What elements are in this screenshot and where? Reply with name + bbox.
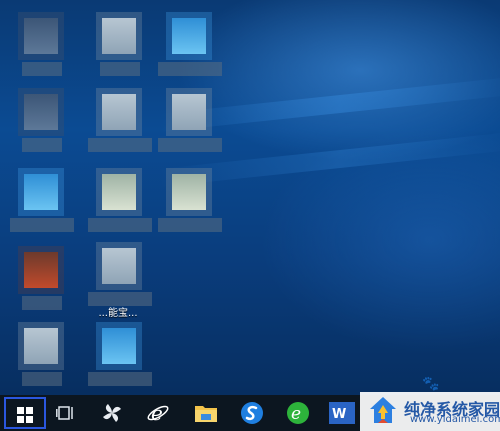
icon-label-bg xyxy=(88,372,152,386)
desktop-icon[interactable] xyxy=(80,88,156,164)
icon-label-bg xyxy=(158,138,222,152)
app-icon xyxy=(172,94,206,130)
windows-start-icon xyxy=(17,407,33,423)
360-browser-icon: e xyxy=(287,402,309,424)
icon-label-bg xyxy=(22,62,62,76)
start-button[interactable] xyxy=(4,397,46,429)
icon-label-bg xyxy=(88,138,152,152)
task-view-button[interactable] xyxy=(52,400,80,426)
icon-label-bg xyxy=(158,62,222,76)
desktop-icon[interactable] xyxy=(2,88,78,164)
app-icon xyxy=(102,248,136,284)
pinwheel-app-button[interactable] xyxy=(98,400,126,426)
sogou-browser-icon xyxy=(241,402,263,424)
app-icon xyxy=(102,174,136,210)
icon-label-bg xyxy=(88,218,152,232)
desktop-icon[interactable] xyxy=(80,168,156,244)
app-icon xyxy=(102,328,136,364)
svg-text:e: e xyxy=(291,404,301,424)
app-icon xyxy=(102,18,136,54)
icon-label-bg xyxy=(22,372,62,386)
icon-label-bg xyxy=(22,296,62,310)
svg-text:W: W xyxy=(332,407,346,422)
pinwheel-app-icon xyxy=(103,404,121,422)
internet-explorer-icon: e xyxy=(147,401,169,425)
desktop-icon[interactable] xyxy=(150,12,226,88)
360-browser-button[interactable]: e xyxy=(284,400,312,426)
app-icon xyxy=(24,174,58,210)
desktop-icon[interactable] xyxy=(2,12,78,88)
paw-watermark-icon: 🐾 xyxy=(422,376,440,392)
svg-text:e: e xyxy=(151,401,163,425)
app-icon xyxy=(24,252,58,288)
desktop-icon[interactable] xyxy=(80,322,156,398)
sogou-browser-button[interactable] xyxy=(238,400,266,426)
word-icon: W xyxy=(329,402,355,424)
app-icon xyxy=(102,94,136,130)
house-logo-icon xyxy=(370,397,396,423)
desktop-icon[interactable] xyxy=(2,322,78,398)
app-icon xyxy=(172,18,206,54)
desktop-icon[interactable] xyxy=(80,12,156,88)
brand-logo: 纯净系统家园 www.yidaimei.com xyxy=(360,392,500,431)
icon-label-bg xyxy=(10,218,74,232)
brand-url: www.yidaimei.com xyxy=(410,414,500,425)
desktop-icon[interactable]: ...能宝... xyxy=(80,242,156,319)
file-explorer-button[interactable] xyxy=(192,400,220,426)
task-view-icon xyxy=(56,406,73,420)
desktop-icon[interactable] xyxy=(150,168,226,244)
app-icon xyxy=(172,174,206,210)
app-icon xyxy=(24,328,58,364)
internet-explorer-button[interactable]: e xyxy=(144,400,172,426)
desktop: ...能宝... xyxy=(0,0,500,395)
app-icon xyxy=(24,18,58,54)
icon-label-bg xyxy=(22,138,62,152)
app-icon xyxy=(24,94,58,130)
icon-label: ...能宝... xyxy=(98,308,138,319)
icon-label-bg xyxy=(158,218,222,232)
desktop-icon[interactable] xyxy=(150,88,226,164)
file-explorer-icon xyxy=(195,406,217,422)
desktop-icon[interactable] xyxy=(2,168,78,244)
icon-label-bg xyxy=(100,62,140,76)
desktop-icon[interactable] xyxy=(2,246,78,322)
word-button[interactable]: W xyxy=(328,400,356,426)
